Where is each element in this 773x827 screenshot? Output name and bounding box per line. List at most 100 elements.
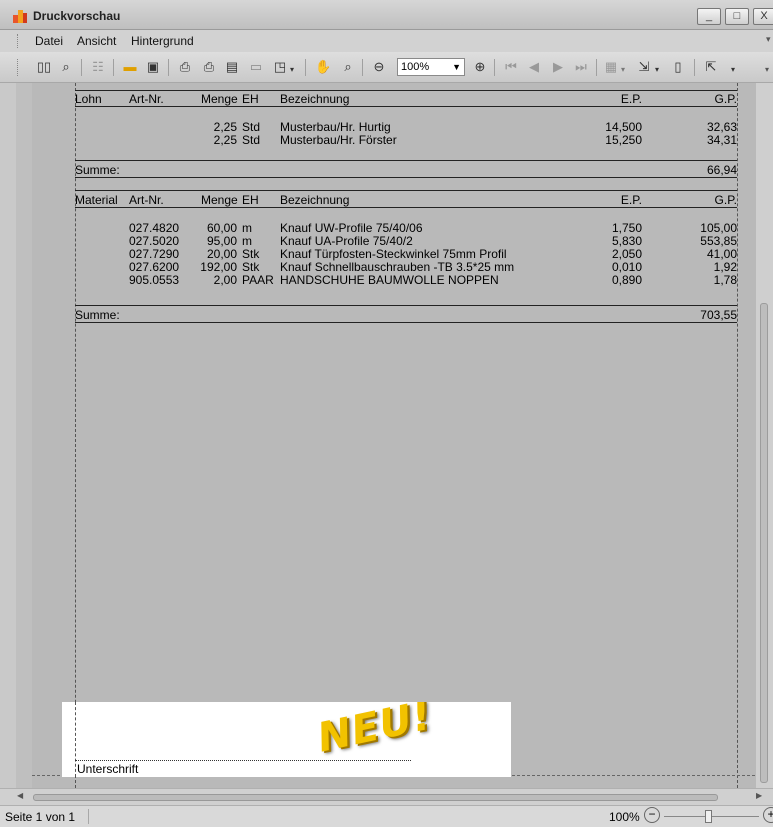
send-file-dropdown-icon[interactable]: ▾	[731, 65, 735, 74]
multiple-pages-dropdown-icon[interactable]: ▾	[621, 65, 625, 74]
material-header-art-nr: Art-Nr.	[129, 193, 164, 207]
zoom-select-value: 100%	[401, 61, 430, 73]
scale-icon[interactable]: ▭	[248, 59, 264, 75]
material-row-art-nr: 027.5020	[129, 234, 180, 248]
material-row-gp: 1,92	[713, 260, 737, 274]
lohn-row-bezeichnung: Musterbau/Hr. Förster	[280, 133, 397, 147]
lohn-row-bezeichnung: Musterbau/Hr. Hurtig	[280, 120, 391, 134]
open-folder-icon[interactable]: ▬	[122, 59, 138, 75]
lohn-row-eh: Std	[242, 120, 261, 134]
save-icon[interactable]: ▣	[145, 59, 161, 75]
signature-area: Unterschrift NEU!	[62, 702, 511, 777]
menu-overflow-icon[interactable]: ▾	[766, 34, 771, 45]
menu-grip[interactable]	[17, 34, 20, 48]
menu-hintergrund[interactable]: Hintergrund	[131, 34, 194, 48]
material-row-ep: 0,890	[611, 273, 642, 287]
vertical-scroll-thumb[interactable]	[760, 303, 768, 783]
material-row-menge: 192,00	[200, 260, 237, 274]
material-header-eh: EH	[242, 193, 259, 207]
material-row-menge: 60,00	[206, 221, 237, 235]
material-summe-top-rule	[75, 305, 737, 306]
material-row-art-nr: 905.0553	[129, 273, 180, 287]
export-dropdown-icon[interactable]: ▾	[655, 65, 659, 74]
toolbar-grip[interactable]	[17, 59, 20, 76]
lohn-header-ep: E.P.	[620, 92, 642, 106]
material-row-eh: m	[242, 234, 252, 248]
app-icon	[13, 10, 27, 23]
material-row-gp: 41,00	[706, 247, 737, 261]
zoom-select[interactable]: 100% ▼	[397, 58, 465, 76]
search-binoculars-icon[interactable]: ⌕	[58, 59, 74, 75]
material-row-menge: 20,00	[206, 247, 237, 261]
vertical-scrollbar[interactable]	[756, 83, 773, 788]
signature-label: Unterschrift	[77, 762, 139, 776]
previous-page-icon[interactable]: ◀	[526, 59, 542, 75]
page-setup-icon[interactable]: ▤	[224, 59, 240, 75]
lohn-row-eh: Std	[242, 133, 261, 147]
lohn-header-gp: G.P.	[714, 92, 737, 106]
next-page-icon[interactable]: ▶	[550, 59, 566, 75]
magnifier-icon[interactable]: ⌕	[340, 59, 356, 75]
zoom-percent: 100%	[609, 810, 640, 824]
quick-print-icon[interactable]: ⎙	[201, 59, 217, 75]
toolbar-overflow-icon[interactable]: ▾	[765, 65, 769, 74]
scroll-left-icon[interactable]: ◀	[17, 791, 23, 800]
material-row-menge: 2,00	[213, 273, 237, 287]
print-icon[interactable]: ⎙	[177, 59, 193, 75]
material-row-gp: 553,85	[700, 234, 737, 248]
material-header-bezeichnung: Bezeichnung	[280, 193, 350, 207]
toolbar-separator	[596, 59, 597, 76]
zoom-in-icon[interactable]: ⊕	[472, 59, 488, 75]
send-file-icon[interactable]: ⇱	[703, 59, 719, 75]
lohn-row-menge: 2,25	[213, 133, 237, 147]
export-icon[interactable]: ⇲	[636, 59, 652, 75]
document-icon[interactable]: ▯	[670, 59, 686, 75]
menu-bar: Datei Ansicht Hintergrund ▾	[0, 30, 773, 52]
minimize-button[interactable]: _	[697, 8, 721, 25]
material-row-art-nr: 027.6200	[129, 260, 180, 274]
maximize-button[interactable]: □	[725, 8, 749, 25]
menu-datei[interactable]: Datei	[35, 34, 63, 48]
material-row-bezeichnung: Knauf UA-Profile 75/40/2	[280, 234, 413, 248]
material-row-art-nr: 027.7290	[129, 247, 180, 261]
material-row-bezeichnung: Knauf Schnellbauschrauben -TB 3.5*25 mm	[280, 260, 515, 274]
zoom-out-button[interactable]: −	[644, 807, 660, 823]
zoom-out-icon[interactable]: ⊖	[371, 59, 387, 75]
material-row-bezeichnung: Knauf Türpfosten-Steckwinkel 75mm Profil	[280, 247, 507, 261]
material-row-eh: Stk	[242, 247, 260, 261]
thumbnails-icon[interactable]: ▯▯	[36, 59, 52, 75]
lohn-row-gp: 32,63	[706, 120, 737, 134]
header-footer-dropdown-icon[interactable]: ▾	[290, 65, 294, 74]
zoom-in-button[interactable]: +	[763, 807, 773, 823]
toolbar-separator	[113, 59, 114, 76]
preview-viewport[interactable]: Lohn Art-Nr. Menge EH Bezeichnung E.P. G…	[16, 83, 756, 788]
material-row-ep: 5,830	[611, 234, 642, 248]
scroll-right-icon[interactable]: ▶	[756, 791, 762, 800]
material-summe-label: Summe:	[75, 308, 120, 322]
horizontal-scroll-thumb[interactable]	[33, 794, 718, 801]
horizontal-scrollbar[interactable]: ◀ ▶	[0, 788, 773, 805]
status-separator	[88, 809, 89, 824]
zoom-slider-thumb[interactable]	[705, 810, 712, 823]
multiple-pages-icon[interactable]: ▦	[603, 59, 619, 75]
neu-stamp: NEU!	[313, 702, 437, 762]
page-info: Seite 1 von 1	[5, 810, 76, 824]
material-header-section: Material	[75, 193, 118, 207]
lohn-summe-value: 66,94	[706, 163, 737, 177]
header-footer-icon[interactable]: ◳	[272, 59, 288, 75]
toolbar-separator	[362, 59, 363, 76]
menu-ansicht[interactable]: Ansicht	[77, 34, 116, 48]
lohn-header-bottom-rule	[75, 106, 737, 107]
lohn-header-top-rule	[75, 90, 737, 91]
parameters-icon[interactable]: ☷	[90, 59, 106, 75]
lohn-header-art-nr: Art-Nr.	[129, 92, 164, 106]
lohn-row-ep: 14,500	[605, 120, 642, 134]
last-page-icon[interactable]: ⏭	[573, 59, 589, 75]
first-page-icon[interactable]: ⏮	[503, 59, 519, 75]
toolbar-separator	[305, 59, 306, 76]
lohn-header-bezeichnung: Bezeichnung	[280, 92, 350, 106]
hand-tool-icon[interactable]: ✋	[315, 59, 331, 75]
toolbar: ▯▯ ⌕ ☷ ▬ ▣ ⎙ ⎙ ▤ ▭ ◳ ▾ ✋ ⌕ ⊖ 100% ▼ ⊕ ⏮ …	[0, 52, 773, 83]
title-bar: Druckvorschau _ □ X	[0, 0, 773, 30]
close-button[interactable]: X	[753, 8, 773, 25]
